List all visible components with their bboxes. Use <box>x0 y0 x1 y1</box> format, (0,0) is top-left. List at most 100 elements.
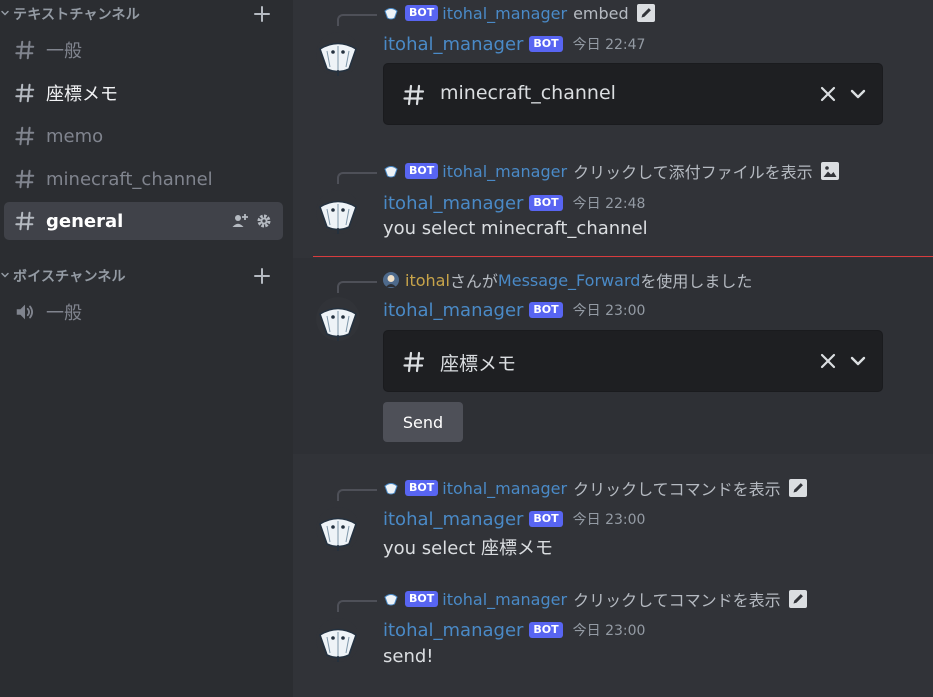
avatar[interactable] <box>316 297 360 341</box>
reply-username[interactable]: itohal_manager <box>442 479 567 498</box>
bot-badge: BOT <box>405 591 439 607</box>
reply-reference[interactable]: BOT itohal_manager クリックして添付ファイルを表示 <box>383 159 839 183</box>
create-channel-icon[interactable] <box>252 4 272 24</box>
sidebar-channel-memo[interactable]: memo <box>4 117 283 155</box>
voice-channels-category[interactable]: ボイスチャンネル <box>0 264 293 288</box>
bot-badge: BOT <box>529 36 563 52</box>
pencil-icon <box>789 590 807 608</box>
channel-actions <box>231 212 273 230</box>
bot-badge: BOT <box>405 163 439 179</box>
timestamp: 今日 22:48 <box>572 196 646 212</box>
pencil-icon <box>637 4 655 22</box>
message-header: itohal_manager BOT 今日 23:00 <box>383 298 645 322</box>
bot-avatar-icon <box>383 163 399 179</box>
bot-avatar-icon <box>383 5 399 21</box>
reply-username[interactable]: itohal_manager <box>442 162 567 181</box>
channel-label: general <box>46 210 124 232</box>
speaker-icon <box>14 301 36 323</box>
reply-reference[interactable]: BOT itohal_manager embed <box>383 1 655 25</box>
chevron-down-icon <box>0 8 10 18</box>
message-header: itohal_manager BOT 今日 23:00 <box>383 507 645 531</box>
author-name[interactable]: itohal_manager <box>383 193 523 214</box>
timestamp: 今日 23:00 <box>572 303 646 319</box>
reply-reference[interactable]: BOT itohal_manager クリックしてコマンドを表示 <box>383 476 807 500</box>
sidebar-channel-ippan[interactable]: 一般 <box>4 31 283 69</box>
hash-icon <box>14 39 36 61</box>
reply-text: さんが <box>449 272 498 291</box>
hash-icon <box>14 82 36 104</box>
avatar[interactable] <box>316 32 360 76</box>
chevron-down-icon[interactable] <box>848 84 868 104</box>
chevron-down-icon[interactable] <box>848 351 868 371</box>
interaction-reference[interactable]: itohal さんが Message_Forward を使用しました <box>383 268 752 292</box>
clear-icon[interactable] <box>818 351 838 371</box>
selected-value: 座標メモ <box>440 353 517 375</box>
reply-reference[interactable]: BOT itohal_manager クリックしてコマンドを表示 <box>383 587 807 611</box>
hash-icon <box>14 125 36 147</box>
sidebar-channel-zahyou-memo[interactable]: 座標メモ <box>4 74 283 112</box>
avatar[interactable] <box>316 618 360 662</box>
hash-icon <box>402 350 426 374</box>
hash-icon <box>14 210 36 232</box>
chat-area: BOT itohal_manager embed itohal_manager … <box>293 0 933 697</box>
channel-label: minecraft_channel <box>46 168 213 190</box>
text-channels-category[interactable]: テキストチャンネル <box>0 2 293 26</box>
send-button[interactable]: Send <box>383 402 463 442</box>
sidebar-channel-minecraft[interactable]: minecraft_channel <box>4 160 283 198</box>
reply-username[interactable]: itohal <box>405 271 450 290</box>
message-header: itohal_manager BOT 今日 22:47 <box>383 32 645 56</box>
channel-select-menu[interactable]: 座標メモ <box>383 330 883 392</box>
reply-text: クリックしてコマンドを表示 <box>573 480 781 499</box>
author-name[interactable]: itohal_manager <box>383 300 523 321</box>
message-content: you select 座標メモ <box>383 538 553 559</box>
category-label: テキストチャンネル <box>13 7 140 23</box>
hash-icon <box>14 168 36 190</box>
channel-label: 座標メモ <box>46 84 118 105</box>
message-header: itohal_manager BOT 今日 22:48 <box>383 191 645 215</box>
timestamp: 今日 22:47 <box>572 37 646 53</box>
channel-label: memo <box>46 125 104 147</box>
pencil-icon <box>789 479 807 497</box>
bot-badge: BOT <box>529 302 563 318</box>
bot-avatar-icon <box>383 591 399 607</box>
bot-avatar-icon <box>383 480 399 496</box>
reply-username[interactable]: itohal_manager <box>442 4 567 23</box>
reply-connector <box>337 281 377 293</box>
reply-connector <box>337 14 377 26</box>
channel-label: 一般 <box>46 41 82 62</box>
reply-connector <box>337 600 377 612</box>
author-name[interactable]: itohal_manager <box>383 509 523 530</box>
message-content: send! <box>383 646 434 667</box>
message-header: itohal_manager BOT 今日 23:00 <box>383 618 645 642</box>
invite-user-icon[interactable] <box>231 212 249 230</box>
avatar[interactable] <box>316 190 360 234</box>
gear-icon[interactable] <box>255 212 273 230</box>
reply-text: クリックしてコマンドを表示 <box>573 591 781 610</box>
bot-badge: BOT <box>405 480 439 496</box>
channel-sidebar: テキストチャンネル 一般 座標メモ memo minecraft_channel… <box>0 0 293 697</box>
sidebar-voice-channel-ippan[interactable]: 一般 <box>4 293 283 331</box>
bot-badge: BOT <box>405 5 439 21</box>
author-name[interactable]: itohal_manager <box>383 620 523 641</box>
command-name[interactable]: Message_Forward <box>498 271 640 290</box>
selected-value: minecraft_channel <box>440 82 616 104</box>
message-content: you select minecraft_channel <box>383 218 648 239</box>
reply-text: クリックして添付ファイルを表示 <box>573 163 813 182</box>
reply-username[interactable]: itohal_manager <box>442 590 567 609</box>
clear-icon[interactable] <box>818 84 838 104</box>
channel-label: 一般 <box>46 303 82 324</box>
bot-badge: BOT <box>529 511 563 527</box>
avatar[interactable] <box>316 507 360 551</box>
timestamp: 今日 23:00 <box>572 512 646 528</box>
reply-text: を使用しました <box>640 272 753 291</box>
author-name[interactable]: itohal_manager <box>383 34 523 55</box>
reply-connector <box>337 172 377 184</box>
new-messages-divider <box>313 256 933 257</box>
category-label: ボイスチャンネル <box>13 269 126 285</box>
channel-select-menu[interactable]: minecraft_channel <box>383 63 883 125</box>
create-channel-icon[interactable] <box>252 266 272 286</box>
bot-badge: BOT <box>529 195 563 211</box>
bot-badge: BOT <box>529 622 563 638</box>
sidebar-channel-general[interactable]: general <box>4 202 283 240</box>
image-icon <box>821 162 839 180</box>
